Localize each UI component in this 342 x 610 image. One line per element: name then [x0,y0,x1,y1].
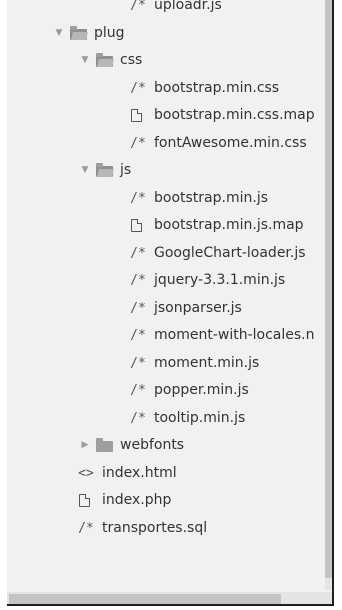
file-document-icon [131,219,142,232]
comment-file-icon: /* [130,135,146,151]
tree-item-label: bootstrap.min.js [154,189,268,206]
tree-item-label: jquery-3.3.1.min.js [154,272,286,288]
chevron-right-icon[interactable]: ▶ [80,432,90,460]
file-tree: /* uploadr.js ▼ plug ▼ css/* bootstrap.min.css… [7,0,325,542]
tree-folder-css[interactable]: ▼ css [7,47,325,75]
comment-file-icon: /* [130,300,146,316]
tree-item-label: transportes.sql [102,519,208,536]
tree-file-transportes-sql[interactable]: /* transportes.sql [7,515,325,543]
folder-open-icon [96,53,113,67]
horizontal-scrollbar-thumb[interactable] [9,594,281,604]
tree-item-label: moment.min.js [154,354,260,371]
tree-item-label: moment-with-locales.n [154,327,315,343]
comment-file-icon: /* [130,245,146,261]
tree-item-label: bootstrap.min.css [154,79,280,96]
tree-item-label: bootstrap.min.js.map [154,217,304,233]
tree-file-tooltip-min-js[interactable]: /* tooltip.min.js [7,405,325,433]
folder-open-icon [96,163,113,177]
tree-item-label: uploadr.js [154,0,222,13]
tree-file-fontawesome-min-css[interactable]: /* fontAwesome.min.css [7,130,325,158]
tree-item-label: bootstrap.min.css.map [154,107,315,123]
tree-file-googlechart-loader-js[interactable]: /* GoogleChart-loader.js [7,240,325,268]
tree-item-label: plug [94,24,125,41]
tree-item-label: fontAwesome.min.css [154,134,307,151]
vertical-scrollbar-thumb[interactable] [325,0,332,578]
tree-item-label: index.php [102,492,172,508]
tree-file-moment-min-js[interactable]: /* moment.min.js [7,350,325,378]
tree-item-label: js [120,162,132,178]
tree-file-moment-with-locales-n[interactable]: /* moment-with-locales.n [7,322,325,350]
comment-file-icon: /* [130,410,146,426]
comment-file-icon: /* [78,520,94,536]
tree-file-bootstrap-min-js[interactable]: /* bootstrap.min.js [7,185,325,213]
comment-file-icon: /* [130,383,146,398]
tree-item-label: tooltip.min.js [154,409,246,426]
tree-file-popper-min-js[interactable]: /* popper.min.js [7,377,325,405]
tree-item-label: css [120,52,143,68]
tree-file-jquery-3-3-1-min-js[interactable]: /* jquery-3.3.1.min.js [7,267,325,295]
chevron-down-icon[interactable]: ▼ [80,157,90,185]
comment-file-icon: /* [130,190,146,206]
tree-file-jsonparser-js[interactable]: /* jsonparser.js [7,295,325,323]
horizontal-scrollbar[interactable] [7,592,332,604]
file-document-icon [79,494,90,507]
comment-file-icon: /* [130,273,146,288]
tree-file-bootstrap-min-js-map[interactable]: bootstrap.min.js.map [7,212,325,240]
tree-item-label: jsonparser.js [154,299,242,316]
code-file-icon: <> [78,465,94,481]
tree-file-index-html[interactable]: <> index.html [7,460,325,488]
chevron-down-icon[interactable]: ▼ [80,47,90,75]
folder-open-icon [70,25,87,40]
tree-folder-js[interactable]: ▼ js [7,157,325,185]
file-document-icon [131,109,142,122]
file-explorer-panel: /* uploadr.js ▼ plug ▼ css/* bootstrap.min.css… [7,0,334,606]
folder-icon [96,438,113,452]
tree-item-label: index.html [102,464,177,481]
comment-file-icon: /* [130,80,146,96]
comment-file-icon: /* [130,355,146,371]
tree-folder-plug[interactable]: ▼ plug [7,20,325,48]
chevron-down-icon[interactable]: ▼ [54,20,64,48]
tree-item-label: webfonts [120,437,185,453]
tree-item-label: GoogleChart-loader.js [154,244,306,261]
comment-file-icon: /* [130,0,146,13]
tree-file-bootstrap-min-css[interactable]: /* bootstrap.min.css [7,75,325,103]
vertical-scrollbar[interactable] [325,0,332,590]
tree-folder-webfonts[interactable]: ▶ webfonts [7,432,325,460]
comment-file-icon: /* [130,328,146,343]
tree-item-label: popper.min.js [154,382,249,398]
tree-file-index-php[interactable]: index.php [7,487,325,515]
tree-file-bootstrap-min-css-map[interactable]: bootstrap.min.css.map [7,102,325,130]
tree-file-uploadr-js[interactable]: /* uploadr.js [7,0,325,20]
